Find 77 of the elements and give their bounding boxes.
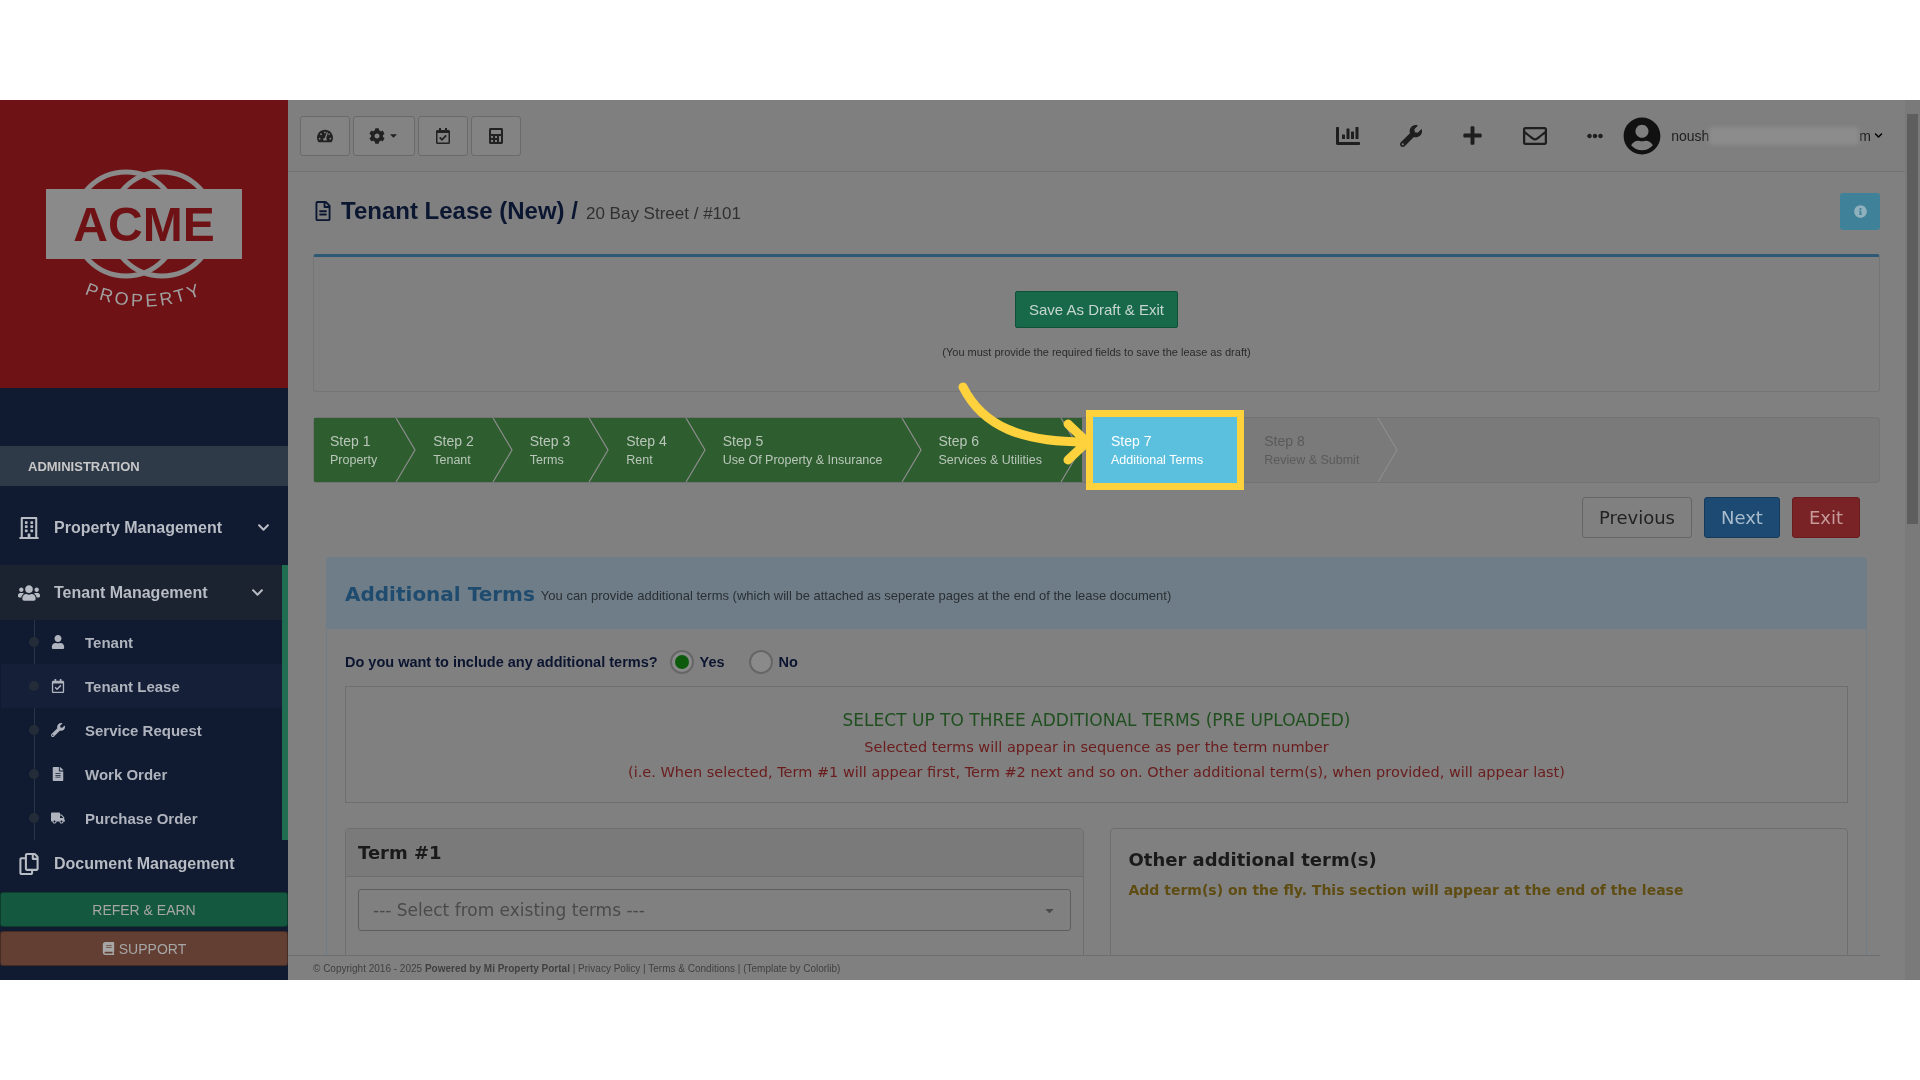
- user-name[interactable]: m: [1859, 127, 1871, 144]
- wrench-icon: [51, 723, 65, 737]
- step-chevron: [491, 418, 514, 482]
- dashboard-button[interactable]: [300, 115, 350, 156]
- tree-dot: [29, 813, 39, 823]
- gear-icon: [369, 127, 385, 144]
- nav-item[interactable]: Property Management: [0, 500, 288, 555]
- radio-button[interactable]: [669, 650, 694, 674]
- calendar-icon: [435, 127, 451, 144]
- page-subtitle: 20 Bay Street / #101: [585, 204, 742, 224]
- user-name[interactable]: noush: [1671, 127, 1710, 144]
- section-heading: ADMINISTRATION: [0, 446, 288, 486]
- scrollbar[interactable]: [1905, 100, 1920, 980]
- gauge-icon: [317, 127, 333, 144]
- chevron-icon: [1874, 131, 1883, 140]
- step-tab[interactable]: Step 4 Rent: [610, 418, 707, 482]
- tree-dot: [29, 637, 39, 647]
- support-button[interactable]: SUPPORT: [0, 931, 288, 966]
- step-chevron: [588, 418, 611, 482]
- user-icon: [51, 635, 65, 649]
- draft-hint: (You must provide the required fields to save the lease as draft): [942, 345, 1251, 358]
- card-text: Add term(s) on the fly. This section will appear at the end of the lease: [1128, 882, 1685, 898]
- wrench-icon: [1400, 124, 1423, 147]
- radio-button[interactable]: [748, 650, 773, 674]
- notice-heading: SELECT UP TO THREE ADDITIONAL TERMS (PRE UPLOADED): [842, 709, 1351, 730]
- footer-text: © Copyright 2016 - 2025 Powered by Mi Property Portal | Privacy Policy | Terms & Conditions | (Template by Colorlib): [313, 962, 841, 974]
- next-button[interactable]: Next: [1703, 496, 1780, 538]
- acme-logo: ACME PROPERTY: [44, 159, 244, 329]
- calendar-icon: [51, 679, 65, 693]
- page-title: Tenant Lease (New) /: [341, 197, 578, 225]
- tree-dot: [29, 725, 39, 735]
- wrench-button[interactable]: [1400, 124, 1423, 147]
- step-tab[interactable]: Step 3 Terms: [513, 418, 611, 482]
- card-title: Other additional term(s): [1128, 849, 1378, 870]
- panel-description: You can provide additional terms (which will be attached as seperate pages at the end of the lease document): [540, 587, 1172, 603]
- submenu-item[interactable]: Tenant: [1, 620, 282, 664]
- refer-button[interactable]: REFER & EARN: [0, 892, 288, 927]
- previous-button[interactable]: Previous: [1581, 496, 1692, 538]
- building-icon: [18, 516, 40, 539]
- notice-text: (i.e. When selected, Term #1 will appear first, Term #2 next and so on. Other additional term(s), when provided, will appear last): [628, 763, 1565, 780]
- step-tab[interactable]: Step 2 Tenant: [417, 418, 514, 482]
- save-draft-button[interactable]: Save As Draft & Exit: [1014, 290, 1179, 328]
- step-chevron: [900, 418, 923, 482]
- step-tab[interactable]: Step 5 Use Of Property & Insurance: [706, 418, 923, 482]
- notice-text: Selected terms will appear in sequence as per the term number: [864, 738, 1329, 755]
- book-icon: [101, 942, 115, 955]
- plus-icon: [1462, 125, 1484, 146]
- exit-button[interactable]: Exit: [1791, 496, 1860, 538]
- documents-icon: [18, 853, 40, 875]
- info-icon: [1853, 204, 1867, 218]
- nav-item[interactable]: Document Management: [0, 840, 288, 888]
- step-chevron: [684, 418, 707, 482]
- nav-item[interactable]: Tenant Management: [0, 565, 288, 620]
- radio-option[interactable]: No: [748, 650, 798, 674]
- calculator-icon: [488, 127, 504, 144]
- submenu-item[interactable]: Tenant Lease: [1, 664, 282, 708]
- tree-dot: [29, 769, 39, 779]
- panel-title: Additional Terms: [345, 581, 535, 606]
- chevron-icon: [257, 521, 270, 534]
- submenu-item[interactable]: Service Request: [1, 708, 282, 752]
- settings-button[interactable]: [353, 115, 415, 156]
- document-icon: [51, 767, 65, 781]
- submenu-item[interactable]: Purchase Order: [1, 796, 282, 840]
- chevron-icon: [251, 586, 264, 599]
- step-chevron: [1377, 418, 1400, 482]
- avatar-icon[interactable]: [1623, 116, 1662, 155]
- calculator-button[interactable]: [471, 115, 521, 156]
- add-button[interactable]: [1462, 125, 1484, 146]
- truck-icon: [51, 811, 65, 825]
- step-chevron: [395, 418, 418, 482]
- document-icon: [313, 201, 333, 221]
- calendar-button[interactable]: [418, 115, 468, 156]
- card-title: Term #1: [346, 829, 1083, 877]
- question-text: Do you want to include any additional terms?: [345, 654, 658, 670]
- radio-option[interactable]: Yes: [669, 650, 725, 674]
- step-tab[interactable]: Step 1 Property: [314, 418, 418, 482]
- submenu-item[interactable]: Work Order: [1, 752, 282, 796]
